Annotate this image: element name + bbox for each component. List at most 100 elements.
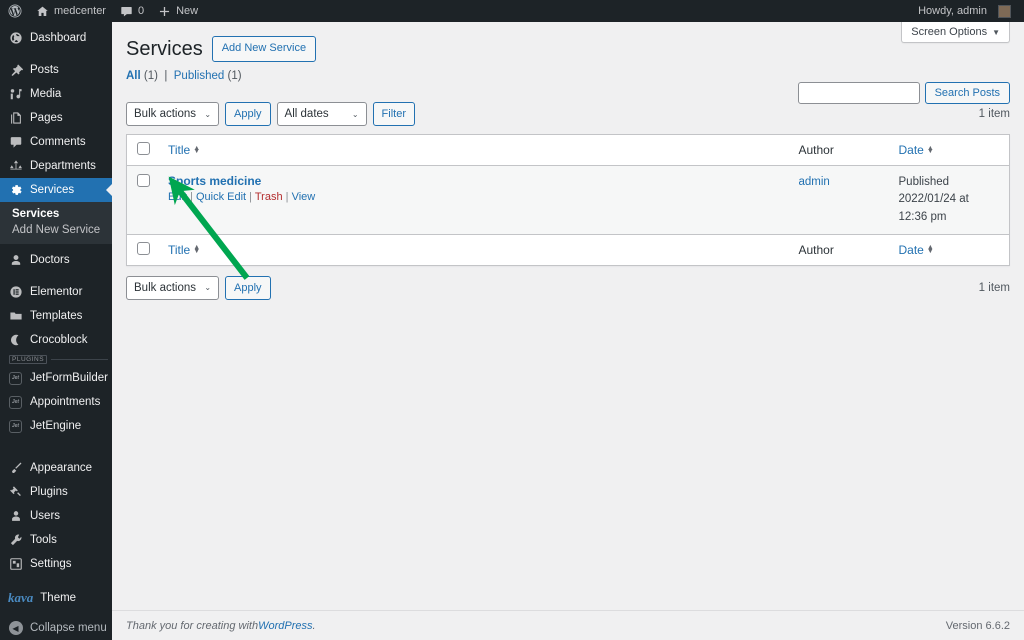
comment-icon <box>8 135 23 150</box>
row-action-sep: | <box>190 191 193 203</box>
submenu-item-services[interactable]: Services <box>0 206 112 222</box>
comment-bubble-icon <box>121 6 132 16</box>
search-input[interactable] <box>797 82 920 104</box>
row-action-sep: | <box>285 191 289 203</box>
new-content-menu[interactable]: New <box>151 0 205 22</box>
column-footer-title: Title ▲ ▼ <box>159 233 790 266</box>
jet-icon: Jet <box>8 395 23 410</box>
folder-icon <box>8 309 23 324</box>
bulk-actions-select-bottom[interactable]: Bulk actions ⌄ <box>126 275 220 300</box>
post-title-link[interactable]: Sports medicine <box>168 174 261 188</box>
my-account-menu[interactable]: Howdy, admin <box>910 0 1018 22</box>
sidebar-item-posts[interactable]: Posts <box>0 58 112 82</box>
wordpress-link[interactable]: WordPress <box>258 620 312 632</box>
sort-title-link-top[interactable]: Title ▲ ▼ <box>168 143 200 157</box>
sidebar-item-appearance[interactable]: Appearance <box>0 456 112 480</box>
search-box: Search Posts <box>797 82 1010 104</box>
author-link[interactable]: admin <box>799 176 830 188</box>
bulk-actions-select-top[interactable]: Bulk actions ⌄ <box>126 102 220 126</box>
sidebar-item-theme[interactable]: kava Theme <box>0 586 112 610</box>
sidebar-item-departments[interactable]: Departments <box>0 154 112 178</box>
jet-badge: Jet <box>9 371 22 385</box>
sidebar-item-comments[interactable]: Comments <box>0 130 112 154</box>
chevron-down-icon: ⌄ <box>351 109 359 119</box>
row-action-trash[interactable]: Trash <box>255 191 283 203</box>
row-author-cell: admin <box>789 165 890 235</box>
site-name-label: medcenter <box>54 5 106 17</box>
apply-button-top[interactable]: Apply <box>225 102 271 126</box>
sidebar-item-media[interactable]: Media <box>0 82 112 106</box>
row-action-view[interactable]: View <box>292 191 316 203</box>
sidebar-item-users[interactable]: Users <box>0 504 112 528</box>
item-count-bottom: 1 item <box>978 281 1010 294</box>
item-count-top: 1 item <box>978 108 1010 120</box>
sidebar-item-doctors[interactable]: Doctors <box>0 248 112 272</box>
post-status: Published <box>898 176 950 188</box>
sidebar-item-services[interactable]: Services <box>0 178 112 202</box>
plugins-section-heading: PLUGINS <box>0 352 112 366</box>
sidebar-item-label: Departments <box>30 160 96 172</box>
add-new-service-button[interactable]: Add New Service <box>211 36 317 62</box>
services-submenu: Services Add New Service <box>0 202 112 244</box>
select-all-checkbox-bottom[interactable] <box>137 241 150 255</box>
sidebar-item-settings[interactable]: Settings <box>0 552 112 576</box>
row-title-cell: Sports medicine Edit | Quick Edit | Tras… <box>159 165 790 235</box>
row-action-edit[interactable]: Edit <box>168 191 187 203</box>
sort-indicator-icon: ▲ ▼ <box>926 144 934 155</box>
sidebar-item-pages[interactable]: Pages <box>0 106 112 130</box>
page-title: Services <box>126 38 203 60</box>
date-filter-select[interactable]: All dates ⌄ <box>276 102 367 126</box>
submenu-item-add-new-service[interactable]: Add New Service <box>0 222 112 238</box>
plugin-icon <box>8 485 23 500</box>
wordpress-logo-menu[interactable] <box>0 0 29 22</box>
sidebar-item-crocoblock[interactable]: Crocoblock <box>0 328 112 352</box>
sidebar-item-plugins[interactable]: Plugins <box>0 480 112 504</box>
sidebar-item-label: Services <box>30 184 75 196</box>
search-posts-button[interactable]: Search Posts <box>924 82 1010 104</box>
table-header-row: Title ▲ ▼ Author Date ▲ ▼ <box>126 134 1010 166</box>
sidebar-item-tools[interactable]: Tools <box>0 528 112 552</box>
column-header-title: Title ▲ ▼ <box>159 134 790 166</box>
jet-icon: Jet <box>8 419 23 434</box>
row-checkbox[interactable] <box>137 174 150 187</box>
view-count-all: (1) <box>143 70 158 82</box>
views-filter-list: All (1) | Published (1) <box>126 70 1010 82</box>
screen-options-toggle[interactable]: Screen Options ▼ <box>901 22 1010 43</box>
site-name-menu[interactable]: medcenter <box>29 0 113 22</box>
filter-button[interactable]: Filter <box>372 102 415 126</box>
sidebar-item-label: Users <box>30 510 61 522</box>
date-filter-value: All dates <box>284 108 329 120</box>
sidebar-item-label: Theme <box>40 592 77 604</box>
pin-icon <box>8 63 23 78</box>
sidebar-item-label: JetFormBuilder <box>30 372 108 384</box>
sort-indicator-icon: ▲ ▼ <box>193 144 201 155</box>
admin-bar: medcenter 0 New Howdy, admin <box>0 0 1024 22</box>
sidebar-item-label: Plugins <box>30 486 68 498</box>
row-action-quick-edit[interactable]: Quick Edit <box>196 191 246 203</box>
table-footer-row: Title ▲ ▼ Author Date ▲ ▼ <box>126 233 1010 266</box>
select-all-checkbox-top[interactable] <box>137 142 150 155</box>
row-action-sep: | <box>249 191 253 203</box>
column-footer-author: Author <box>789 233 890 266</box>
sidebar-item-label: Appointments <box>30 396 101 408</box>
sidebar-item-elementor[interactable]: Elementor <box>0 280 112 304</box>
media-icon <box>8 87 23 102</box>
select-all-header <box>126 134 159 166</box>
collapse-menu-button[interactable]: ◀ Collapse menu <box>0 616 112 640</box>
sort-title-link-bottom[interactable]: Title ▲ ▼ <box>168 243 200 257</box>
column-header-author: Author <box>789 134 890 166</box>
apply-button-bottom[interactable]: Apply <box>225 275 271 300</box>
sidebar-item-dashboard[interactable]: Dashboard <box>0 26 112 50</box>
sort-date-link-top[interactable]: Date ▲ ▼ <box>899 143 934 157</box>
comments-menu[interactable]: 0 <box>113 0 151 22</box>
sidebar-item-label: Posts <box>30 64 59 76</box>
sidebar-item-jetengine[interactable]: Jet JetEngine <box>0 414 112 438</box>
sidebar-item-jetformbuilder[interactable]: Jet JetFormBuilder <box>0 366 112 390</box>
column-footer-date: Date ▲ ▼ <box>889 233 1010 266</box>
column-author-label: Author <box>798 242 834 257</box>
sidebar-item-appointments[interactable]: Jet Appointments <box>0 390 112 414</box>
view-link-published[interactable]: Published <box>174 70 225 82</box>
sort-date-link-bottom[interactable]: Date ▲ ▼ <box>899 243 934 257</box>
view-link-all[interactable]: All <box>126 70 141 82</box>
sidebar-item-templates[interactable]: Templates <box>0 304 112 328</box>
